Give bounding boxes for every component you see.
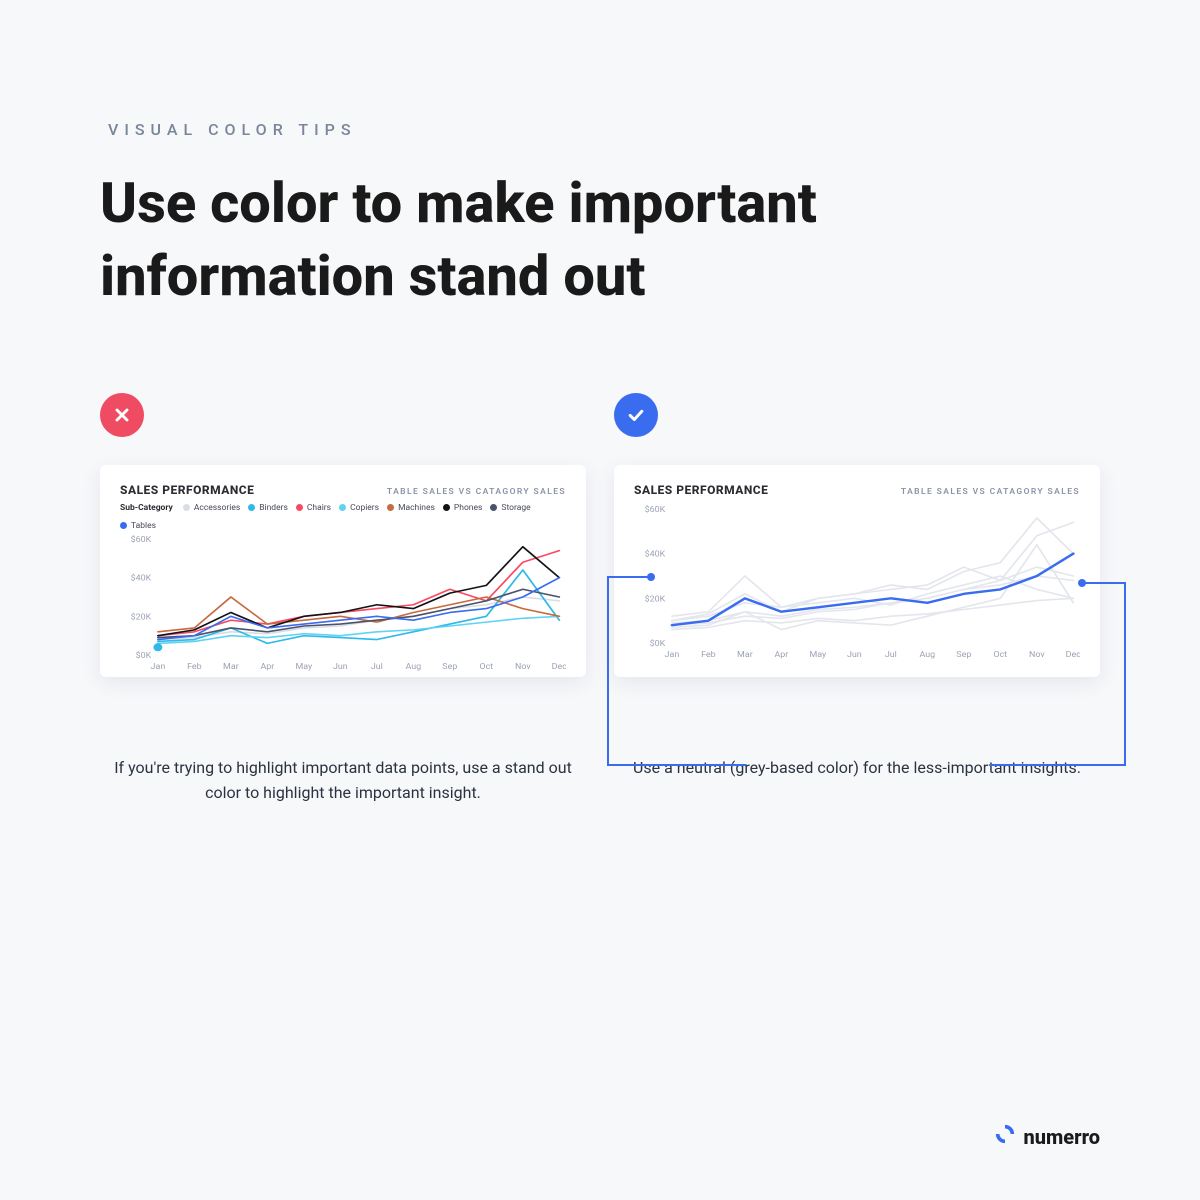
- legend-label: Binders: [259, 503, 288, 513]
- brand-name: numerro: [1024, 1125, 1100, 1149]
- svg-text:Jul: Jul: [371, 662, 383, 671]
- chart-subtitle: TABLE SALES VS CATAGORY SALES: [901, 487, 1080, 497]
- good-badge: [614, 393, 658, 437]
- legend-swatch: [339, 504, 346, 511]
- svg-text:May: May: [809, 650, 826, 659]
- svg-text:Jul: Jul: [885, 650, 897, 659]
- legend-item: Tables: [120, 521, 156, 531]
- legend-item: Phones: [443, 503, 482, 513]
- legend-label: Accessories: [194, 503, 240, 513]
- right-chart-card: SALES PERFORMANCE TABLE SALES VS CATAGOR…: [614, 465, 1100, 677]
- page: VISUAL COLOR TIPS Use color to make impo…: [0, 0, 1200, 806]
- legend-swatch: [387, 504, 394, 511]
- svg-text:Apr: Apr: [260, 662, 274, 671]
- legend-label: Chairs: [307, 503, 331, 513]
- legend-label: Machines: [398, 503, 435, 513]
- chart-title: SALES PERFORMANCE: [634, 483, 768, 497]
- legend-item: Chairs: [296, 503, 331, 513]
- svg-text:Apr: Apr: [774, 650, 788, 659]
- eyebrow-text: VISUAL COLOR TIPS: [108, 120, 1100, 139]
- line-chart: $0K $20K $40K $60K Jan Feb Mar Apr May Jun Jul Aug S…: [120, 533, 566, 673]
- svg-text:$40K: $40K: [645, 549, 666, 559]
- svg-text:Feb: Feb: [701, 650, 716, 659]
- chart-title: SALES PERFORMANCE: [120, 483, 254, 497]
- legend-swatch: [443, 504, 450, 511]
- svg-text:Sep: Sep: [442, 662, 457, 671]
- left-column: SALES PERFORMANCE TABLE SALES VS CATAGOR…: [100, 393, 586, 806]
- svg-text:Oct: Oct: [479, 662, 493, 671]
- chart-area: $0K $20K $40K $60K Jan Feb Mar Apr May Jun Jul Aug S…: [120, 533, 566, 673]
- chart-area: $0K $20K $40K $60K Jan Feb Mar Apr May Jun Jul Aug S…: [634, 503, 1080, 661]
- legend-swatch: [490, 504, 497, 511]
- legend-item: Binders: [248, 503, 288, 513]
- bad-badge: [100, 393, 144, 437]
- card-header: SALES PERFORMANCE TABLE SALES VS CATAGOR…: [634, 483, 1080, 497]
- cross-icon: [112, 405, 132, 425]
- svg-text:May: May: [295, 662, 312, 671]
- legend: Sub-Category Accessories Binders Chairs Cop…: [120, 503, 566, 531]
- svg-text:Sep: Sep: [956, 650, 971, 659]
- brand-icon: [994, 1123, 1016, 1150]
- svg-text:Feb: Feb: [187, 662, 202, 671]
- svg-text:$60K: $60K: [131, 534, 152, 544]
- legend-swatch: [296, 504, 303, 511]
- legend-label: Storage: [501, 503, 530, 513]
- legend-item: Storage: [490, 503, 530, 513]
- svg-text:Jan: Jan: [665, 650, 680, 659]
- legend-label: Phones: [454, 503, 482, 513]
- svg-text:Dec: Dec: [552, 662, 566, 671]
- svg-text:Jan: Jan: [151, 662, 166, 671]
- right-caption: Use a neutral (grey-based color) for the…: [614, 755, 1100, 781]
- legend-item: Copiers: [339, 503, 379, 513]
- left-chart-card: SALES PERFORMANCE TABLE SALES VS CATAGOR…: [100, 465, 586, 677]
- svg-text:$20K: $20K: [645, 593, 666, 603]
- legend-item: Accessories: [183, 503, 240, 513]
- chart-subtitle: TABLE SALES VS CATAGORY SALES: [387, 487, 566, 497]
- svg-text:$0K: $0K: [650, 638, 666, 648]
- svg-text:Nov: Nov: [515, 662, 531, 671]
- svg-text:Aug: Aug: [405, 662, 421, 671]
- svg-text:Nov: Nov: [1029, 650, 1045, 659]
- svg-text:Jun: Jun: [847, 650, 862, 659]
- svg-text:Oct: Oct: [993, 650, 1007, 659]
- svg-text:$0K: $0K: [136, 650, 152, 660]
- legend-swatch: [248, 504, 255, 511]
- legend-item: Machines: [387, 503, 435, 513]
- svg-text:Mar: Mar: [223, 662, 239, 671]
- comparison-row: SALES PERFORMANCE TABLE SALES VS CATAGOR…: [100, 393, 1100, 806]
- svg-text:$20K: $20K: [131, 611, 152, 621]
- svg-text:Dec: Dec: [1066, 650, 1080, 659]
- legend-label: Copiers: [350, 503, 379, 513]
- check-icon: [626, 405, 646, 425]
- svg-text:$60K: $60K: [645, 504, 666, 514]
- legend-swatch: [183, 504, 190, 511]
- brand-logo: numerro: [994, 1123, 1100, 1150]
- right-column: SALES PERFORMANCE TABLE SALES VS CATAGOR…: [614, 393, 1100, 781]
- svg-text:$40K: $40K: [131, 573, 152, 583]
- legend-swatch: [120, 522, 127, 529]
- svg-text:Jun: Jun: [333, 662, 348, 671]
- card-header: SALES PERFORMANCE TABLE SALES VS CATAGOR…: [120, 483, 566, 497]
- svg-text:Mar: Mar: [737, 650, 753, 659]
- line-chart: $0K $20K $40K $60K Jan Feb Mar Apr May Jun Jul Aug S…: [634, 503, 1080, 661]
- legend-label: Tables: [131, 521, 156, 531]
- left-caption: If you're trying to highlight important …: [100, 755, 586, 806]
- legend-heading: Sub-Category: [120, 503, 173, 513]
- page-title: Use color to make important information …: [100, 167, 1000, 313]
- svg-text:Aug: Aug: [919, 650, 935, 659]
